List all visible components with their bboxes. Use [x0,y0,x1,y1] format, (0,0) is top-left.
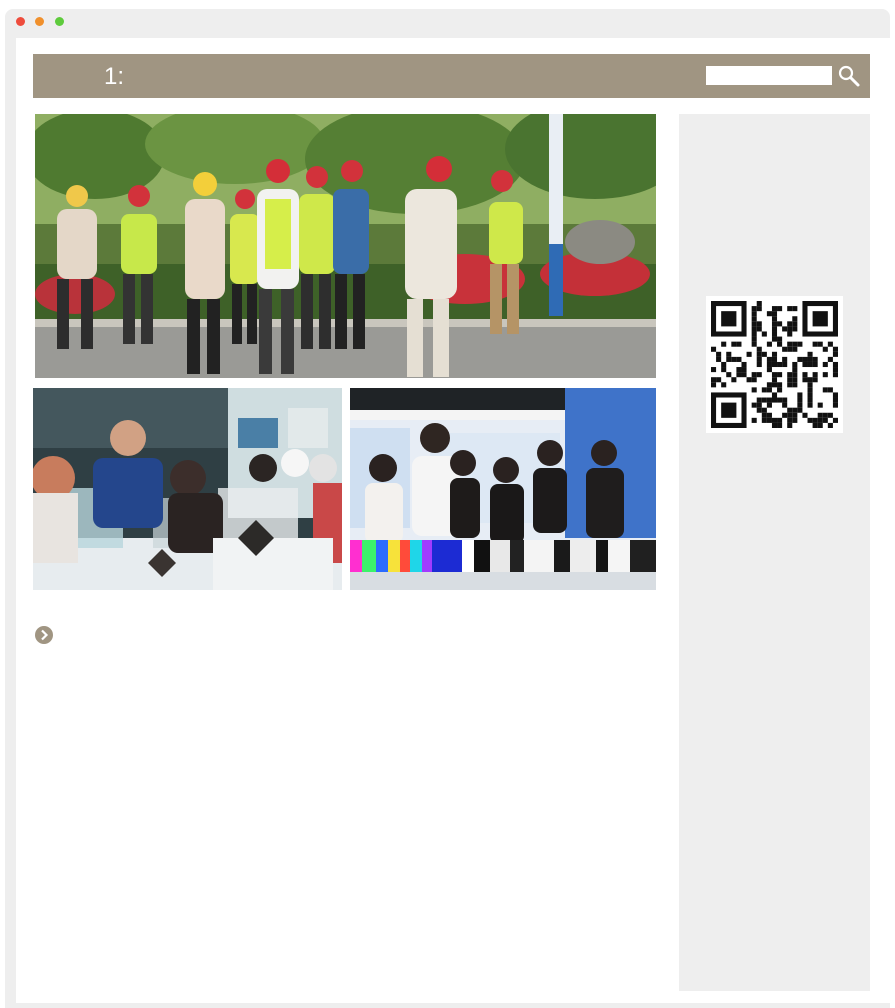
browser-window: 1: [5,9,890,1008]
thumbnail-photo-1[interactable] [33,388,342,590]
thumbnail-photo-2[interactable] [350,388,656,590]
close-window-button[interactable] [16,17,25,26]
photo-exhibit-viewing [33,388,342,590]
search-input[interactable] [706,66,832,85]
qr-code [706,296,843,433]
maximize-window-button[interactable] [55,17,64,26]
minimize-window-button[interactable] [35,17,44,26]
search-button[interactable] [836,64,862,88]
sidebar [679,114,870,991]
photo-showroom-visit [350,388,656,590]
chevron-right-circle-icon[interactable] [35,626,53,644]
page-content: 1: [16,38,890,1003]
search-icon [838,65,860,87]
page-header: 1: [33,54,870,98]
site-title: 1: [104,63,125,90]
qr-code-image [711,301,838,428]
photo-group-walking [35,114,656,378]
main-photo[interactable] [35,114,656,378]
